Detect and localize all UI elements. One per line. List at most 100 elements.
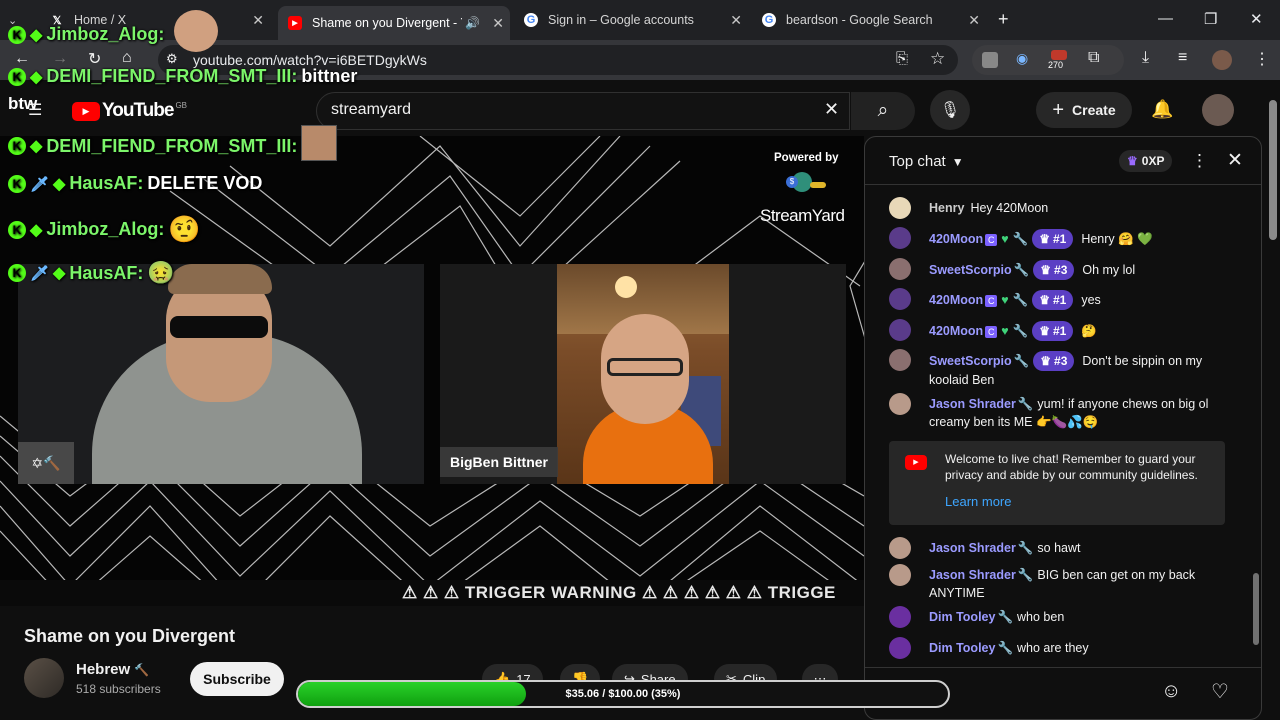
green-gem-icon: ◆ [53,265,66,282]
wrench-icon: 🔧 [997,641,1014,655]
page-scrollbar[interactable] [1268,88,1278,720]
rank-value: #3 [1054,263,1068,277]
overlay-username: HausAF: [69,262,144,283]
guest-name-label: BigBen Bittner [440,447,558,477]
camera-feed-host: ✡🔨 [18,264,424,484]
overlay-chat-line: K ◆ Jimboz_Alog: 🤨 [8,214,201,245]
host-sunglasses [170,316,268,338]
chat-author[interactable]: Jason Shrader [929,541,1016,555]
page-scrollbar-thumb[interactable] [1269,100,1277,240]
tab-label: Shame on you Divergent - Y [312,16,462,30]
hamburger-menu-icon[interactable]: ☰ [28,100,42,120]
chat-author[interactable]: SweetScorpio [929,263,1012,277]
rank-value: #1 [1052,293,1067,307]
green-gem-icon: ◆ [30,26,43,44]
close-icon[interactable]: ✕ [492,15,504,32]
subscribe-button[interactable]: Subscribe [190,662,284,696]
speaker-icon[interactable]: 🔊 [465,16,480,30]
puzzle-icon[interactable]: ⧉ [1088,49,1099,67]
guest-video [557,264,729,484]
profile-avatar[interactable] [1212,50,1232,70]
close-chat-icon[interactable]: ✕ [1227,149,1243,172]
minimize-icon[interactable]: — [1158,10,1173,27]
more-menu-icon[interactable]: ⋮ [1254,49,1270,69]
close-icon[interactable]: ✕ [968,12,980,29]
streamyard-wordmark: StreamYard [760,206,845,225]
chat-scrollbar[interactable] [1253,187,1259,657]
avatar [889,637,911,659]
host-hair [168,264,272,294]
window-close-icon[interactable]: ✕ [1250,10,1263,28]
microphone-icon: 🎙 [939,102,961,119]
kick-badge-icon: K [8,174,26,193]
home-icon[interactable]: ⌂ [122,49,132,67]
channel-name[interactable]: Hebrew 🔨 [76,661,149,678]
chat-author[interactable]: 420Moon [929,232,983,246]
xp-badge[interactable]: ♛ 0XP [1119,150,1173,172]
notice-text: Welcome to live chat! Remember to guard … [945,452,1198,482]
chat-author[interactable]: 420Moon [929,293,983,307]
rank-value: #1 [1052,324,1067,338]
overlay-username: Jimboz_Alog: [46,24,165,44]
youtube-icon: ▶ [905,455,927,470]
new-tab-icon[interactable]: + [998,9,1009,30]
tab-google-sign-in[interactable]: G Sign in – Google accounts ✕ [514,6,748,34]
scrollbar-thumb[interactable] [1253,573,1259,645]
rank-badge: ♛ #1 [1032,321,1074,341]
channel-avatar[interactable] [24,658,64,698]
member-badge-icon: C [985,234,998,246]
restore-icon[interactable]: ❐ [1204,10,1217,28]
chat-more-icon[interactable]: ⋮ [1191,151,1208,171]
chat-author[interactable]: Dim Tooley [929,610,995,624]
avatar [889,197,911,219]
trigger-warning-ticker: ⚠ ⚠ ⚠ TRIGGER WARNING ⚠ ⚠ ⚠ ⚠ ⚠ ⚠ TRIGGE [0,580,864,606]
tab-beardson-search[interactable]: G beardson - Google Search ✕ [752,6,986,34]
member-badge-icon: C [985,326,998,338]
kick-badge-icon: K [8,137,26,155]
donation-goal-bar: $35.06 / $100.00 (35%) [296,680,950,708]
download-icon[interactable]: ⤓ [1142,49,1149,67]
wrench-icon: 🔧 [1013,263,1030,277]
chat-author[interactable]: 420Moon [929,324,983,338]
search-button[interactable]: ⌕ [851,92,915,130]
green-gem-icon: ◆ [30,221,43,239]
clear-search-icon[interactable]: ✕ [824,99,839,120]
chat-author[interactable]: Jason Shrader [929,397,1016,411]
voice-search-button[interactable]: 🎙 [930,90,970,130]
rank-badge: ♛ #3 [1033,260,1075,280]
tab-label: beardson - Google Search [786,13,933,27]
heart-icon[interactable]: ♡ [1211,679,1229,704]
chat-author[interactable]: SweetScorpio [929,354,1012,368]
avatar [889,606,911,628]
close-icon[interactable]: ✕ [730,12,742,29]
chat-mode-selector[interactable]: Top chat ▼ [889,153,964,170]
emoji-picker-icon[interactable]: ☺ [1161,680,1181,703]
video-player[interactable]: Powered by $ StreamYard ✡🔨 BigBen Bittne… [0,136,864,606]
tab-shame-on-you[interactable]: ▶ Shame on you Divergent - Y 🔊 ✕ [278,6,510,40]
streamyard-duck-icon: $ [786,172,826,208]
youtube-logo[interactable]: ▶ YouTube GB [72,100,187,122]
rank-badge: ♛ #1 [1032,290,1074,310]
media-control-icon[interactable]: ≡ [1178,49,1187,67]
camera-feed-guest: BigBen Bittner [440,264,846,484]
duck-beak [810,182,826,188]
close-icon[interactable]: ✕ [252,12,264,29]
learn-more-link[interactable]: Learn more [945,494,1011,509]
audio-extension-icon[interactable]: ◉ [1016,50,1028,67]
site-info-icon[interactable]: ⚙ [166,51,178,67]
counter-extension-icon[interactable]: 270 [1048,50,1070,72]
notifications-bell-icon[interactable]: 🔔 [1151,99,1173,120]
chat-author[interactable]: Dim Tooley [929,641,995,655]
extension-icon[interactable] [982,52,998,68]
install-app-icon[interactable]: ⎘ [896,50,908,67]
create-button[interactable]: + Create [1036,92,1132,128]
bookmark-star-icon[interactable]: ☆ [930,49,945,69]
channel-name-text: Hebrew [76,661,131,678]
chat-text: Henry 🤗 💚 [1081,232,1153,246]
account-avatar[interactable] [1202,94,1234,126]
green-emote-icon: 🤢 [147,260,175,285]
chat-author[interactable]: Henry [929,201,964,215]
chat-author[interactable]: Jason Shrader [929,568,1016,582]
overlay-message: bittner [301,66,358,86]
emote-image [174,10,218,52]
